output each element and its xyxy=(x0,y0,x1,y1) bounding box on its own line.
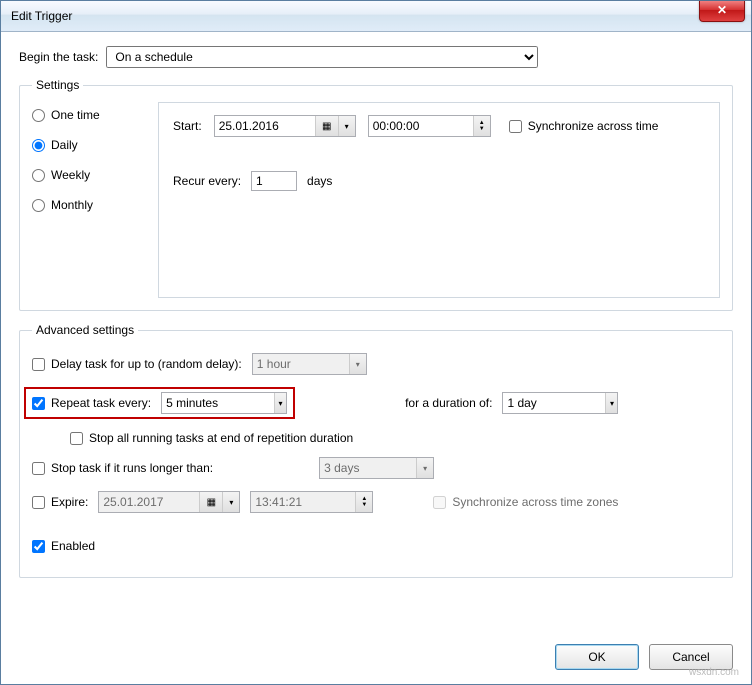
repeat-checkbox[interactable]: Repeat task every: xyxy=(32,396,151,410)
stop-end-label: Stop all running tasks at end of repetit… xyxy=(89,431,353,445)
sync-zones-label: Synchronize across time zones xyxy=(452,495,618,509)
delay-combo: ▾ xyxy=(252,353,367,375)
radio-onetime-label: One time xyxy=(51,108,100,122)
titlebar: Edit Trigger ✕ xyxy=(1,1,751,32)
repeat-combo[interactable]: ▾ xyxy=(161,392,287,414)
begin-task-select[interactable]: On a schedule xyxy=(106,46,538,68)
recur-unit: days xyxy=(307,174,332,188)
chevron-down-icon: ▾ xyxy=(349,354,366,374)
spinner-icon[interactable]: ▲▼ xyxy=(473,116,490,136)
chevron-down-icon[interactable]: ▾ xyxy=(274,393,286,413)
start-label: Start: xyxy=(173,119,202,133)
chevron-down-icon: ▾ xyxy=(222,492,239,512)
client-area: Begin the task: On a schedule Settings O… xyxy=(1,32,751,684)
repeat-highlight: Repeat task every: ▾ xyxy=(24,387,295,419)
radio-daily-label: Daily xyxy=(51,138,78,152)
calendar-icon: ▦ xyxy=(199,492,222,512)
stop-longer-value xyxy=(320,459,416,477)
stop-end-checkbox-input[interactable] xyxy=(70,432,83,445)
chevron-down-icon: ▾ xyxy=(416,458,433,478)
radio-daily-input[interactable] xyxy=(32,139,45,152)
recur-value[interactable] xyxy=(251,171,297,191)
settings-group: Settings One time Daily Weekly xyxy=(19,78,733,311)
stop-end-checkbox[interactable]: Stop all running tasks at end of repetit… xyxy=(70,431,353,445)
advanced-group: Advanced settings Delay task for up to (… xyxy=(19,323,733,578)
schedule-radios: One time Daily Weekly Monthly xyxy=(32,102,142,298)
recur-row: Recur every: days xyxy=(173,171,705,191)
sync-zones-checkbox-input xyxy=(433,496,446,509)
calendar-icon[interactable]: ▦ xyxy=(315,116,338,136)
start-date-picker[interactable]: ▦ ▾ xyxy=(214,115,356,137)
close-button[interactable]: ✕ xyxy=(699,1,745,22)
sync-time-checkbox[interactable]: Synchronize across time xyxy=(509,119,659,133)
stop-longer-combo: ▾ xyxy=(319,457,434,479)
spinner-icon: ▲▼ xyxy=(355,492,372,512)
duration-value[interactable] xyxy=(503,394,605,412)
start-time-input[interactable] xyxy=(369,117,473,135)
stop-end-row: Stop all running tasks at end of repetit… xyxy=(70,431,720,445)
expire-label: Expire: xyxy=(51,495,88,509)
sync-zones-checkbox: Synchronize across time zones xyxy=(433,495,618,509)
chevron-down-icon[interactable]: ▾ xyxy=(338,116,355,136)
enabled-checkbox-input[interactable] xyxy=(32,540,45,553)
chevron-down-icon[interactable]: ▾ xyxy=(605,393,617,413)
duration-combo[interactable]: ▾ xyxy=(502,392,618,414)
expire-date-input xyxy=(99,493,199,511)
edit-trigger-dialog: Edit Trigger ✕ Begin the task: On a sche… xyxy=(0,0,752,685)
settings-legend: Settings xyxy=(32,78,83,92)
radio-onetime-input[interactable] xyxy=(32,109,45,122)
delay-checkbox[interactable]: Delay task for up to (random delay): xyxy=(32,357,242,371)
radio-weekly[interactable]: Weekly xyxy=(32,168,142,182)
stop-longer-row: Stop task if it runs longer than: ▾ xyxy=(32,457,720,479)
radio-weekly-label: Weekly xyxy=(51,168,90,182)
radio-monthly[interactable]: Monthly xyxy=(32,198,142,212)
stop-longer-label: Stop task if it runs longer than: xyxy=(51,461,213,475)
expire-time-input xyxy=(251,493,355,511)
delay-checkbox-input[interactable] xyxy=(32,358,45,371)
start-date-input[interactable] xyxy=(215,117,315,135)
delay-value xyxy=(253,355,349,373)
repeat-label: Repeat task every: xyxy=(51,396,151,410)
repeat-value[interactable] xyxy=(162,394,274,412)
radio-onetime[interactable]: One time xyxy=(32,108,142,122)
schedule-detail-panel: Start: ▦ ▾ ▲▼ Synchronize across t xyxy=(158,102,720,298)
sync-time-label: Synchronize across time xyxy=(528,119,659,133)
enabled-checkbox[interactable]: Enabled xyxy=(32,539,95,553)
radio-monthly-label: Monthly xyxy=(51,198,93,212)
radio-daily[interactable]: Daily xyxy=(32,138,142,152)
radio-monthly-input[interactable] xyxy=(32,199,45,212)
begin-task-label: Begin the task: xyxy=(19,50,98,64)
advanced-legend: Advanced settings xyxy=(32,323,138,337)
window-title: Edit Trigger xyxy=(11,9,72,23)
stop-longer-checkbox-input[interactable] xyxy=(32,462,45,475)
expire-checkbox[interactable]: Expire: xyxy=(32,495,88,509)
enabled-label: Enabled xyxy=(51,539,95,553)
stop-longer-checkbox[interactable]: Stop task if it runs longer than: xyxy=(32,461,213,475)
recur-input[interactable] xyxy=(252,172,296,190)
delay-row: Delay task for up to (random delay): ▾ xyxy=(32,353,720,375)
recur-label: Recur every: xyxy=(173,174,241,188)
repeat-row: Repeat task every: ▾ for a duration of: … xyxy=(32,387,720,419)
delay-label: Delay task for up to (random delay): xyxy=(51,357,242,371)
start-row: Start: ▦ ▾ ▲▼ Synchronize across t xyxy=(173,115,705,137)
expire-row: Expire: ▦ ▾ ▲▼ Synchronize across time z… xyxy=(32,491,720,513)
expire-checkbox-input[interactable] xyxy=(32,496,45,509)
expire-date-picker: ▦ ▾ xyxy=(98,491,240,513)
enabled-row: Enabled xyxy=(32,539,720,553)
duration-label: for a duration of: xyxy=(405,396,492,410)
radio-weekly-input[interactable] xyxy=(32,169,45,182)
begin-task-row: Begin the task: On a schedule xyxy=(19,46,733,68)
sync-time-checkbox-input[interactable] xyxy=(509,120,522,133)
dialog-footer: OK Cancel xyxy=(19,636,733,670)
watermark: wsxdn.com xyxy=(689,667,739,678)
expire-time-picker: ▲▼ xyxy=(250,491,373,513)
start-time-picker[interactable]: ▲▼ xyxy=(368,115,491,137)
repeat-checkbox-input[interactable] xyxy=(32,397,45,410)
ok-button[interactable]: OK xyxy=(555,644,639,670)
